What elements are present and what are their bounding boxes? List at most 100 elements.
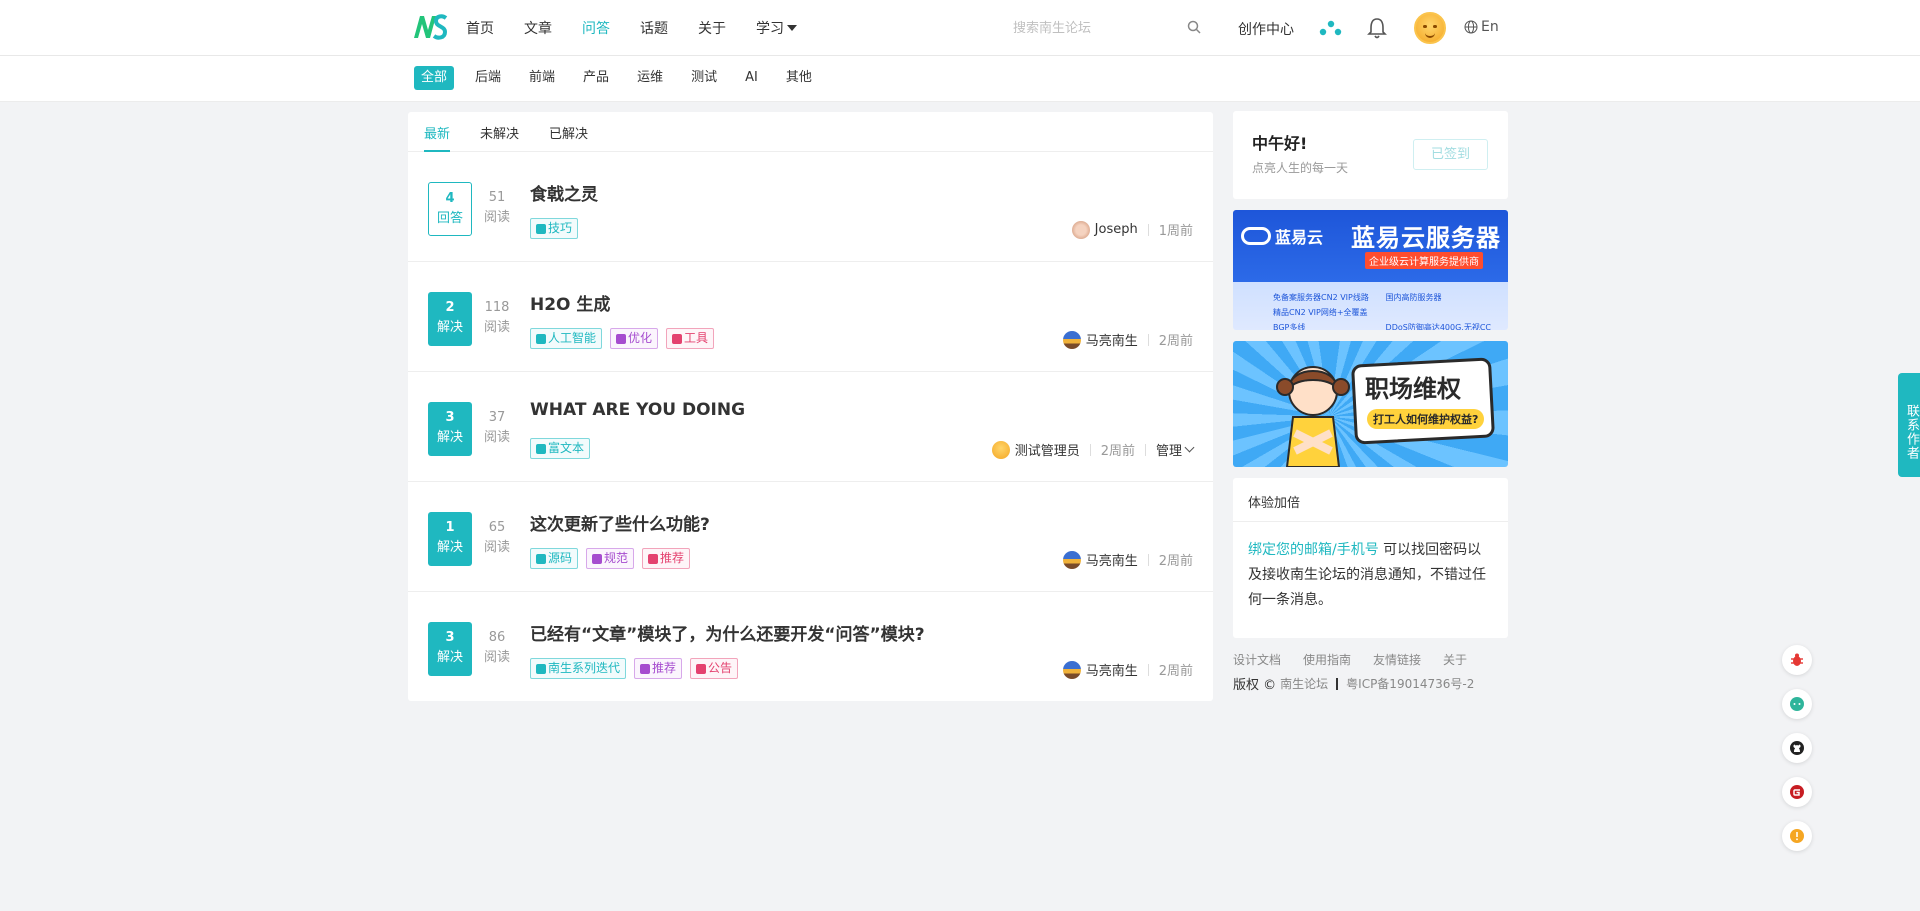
question-row[interactable]: 3 解决 86 阅读 已经有“文章”模块了，为什么还要开发“问答”模块? 南生系列迭代 推荐… [408,592,1213,702]
creator-center-link[interactable]: 创作中心 [1238,19,1294,39]
question-tab[interactable]: 已解决 [549,112,588,152]
question-row[interactable]: 4 回答 51 阅读 食戟之灵 技巧 Joseph 1周前 [408,152,1213,262]
bug-report-button[interactable] [1782,645,1812,675]
question-row[interactable]: 2 解决 118 阅读 H2O 生成 人工智能 优化 工具 马亮南生 2周前 [408,262,1213,372]
answer-count: 4 [445,191,455,206]
contact-author-tab[interactable]: 联系作者 [1898,373,1920,477]
manage-dropdown[interactable]: 管理 [1155,440,1195,459]
author-name[interactable]: 马亮南生 [1086,330,1138,349]
question-title[interactable]: 这次更新了些什么功能? [530,510,710,535]
gitee-button[interactable] [1782,777,1812,807]
footer-link[interactable]: 使用指南 [1303,651,1351,668]
category-chip[interactable]: 后端 [468,66,508,90]
category-chip[interactable]: AI [738,66,765,90]
nav-item[interactable]: 首页 [466,18,494,38]
nav-item[interactable]: 关于 [698,18,726,38]
topic-tag[interactable]: 富文本 [530,438,591,459]
topic-tag[interactable]: 技巧 [530,218,579,239]
nav-item-label: 首页 [466,21,494,37]
question-title[interactable]: WHAT ARE YOU DOING [530,400,745,420]
author-name[interactable]: 测试管理员 [1015,440,1080,459]
banner-title: 蓝易云服务器 [1351,224,1501,252]
footer-link[interactable]: 设计文档 [1233,651,1281,668]
answer-status: 解决 [436,320,463,335]
read-count: 118 [484,300,510,315]
footer-link[interactable]: 关于 [1443,651,1467,668]
author-avatar[interactable] [1062,550,1081,569]
question-row[interactable]: 3 解决 37 阅读 WHAT ARE YOU DOING 富文本 测试管理员 2周前 管理 [408,372,1213,482]
category-chip[interactable]: 产品 [576,66,616,90]
category-chip[interactable]: 测试 [684,66,724,90]
github-button[interactable] [1782,733,1812,763]
main-nav: 首页 文章 问答 话题 关于 学习 [466,0,827,56]
topic-tag[interactable]: 工具 [666,328,715,349]
footer-link[interactable]: 友情链接 [1373,651,1421,668]
notice-button[interactable] [1782,821,1812,851]
question-tab[interactable]: 未解决 [480,112,519,152]
bind-email-link[interactable]: 绑定您的邮箱/手机号 [1248,542,1379,558]
topic-tag[interactable]: 源码 [530,548,579,569]
category-bar: 全部 后端 前端 产品 运维 测试 AI 其他 [0,56,1920,102]
category-chip[interactable]: 其他 [779,66,819,90]
topic-tag[interactable]: 推荐 [634,658,683,679]
ad-banner-lanyiyun[interactable]: 蓝易云 蓝易云服务器 企业级云计算服务提供商 免备案服务器CN2 VIP线路 国… [1233,210,1508,330]
tag-label: 规范 [604,551,629,565]
topic-tag[interactable]: 公告 [690,658,739,679]
category-chip[interactable]: 前端 [522,66,562,90]
author-name[interactable]: 马亮南生 [1086,660,1138,679]
nav-item[interactable]: 话题 [640,18,668,38]
category-chip[interactable]: 运维 [630,66,670,90]
question-meta: 马亮南生 2周前 [1062,330,1193,349]
topic-tag[interactable]: 南生系列迭代 [530,658,627,679]
tag-icon [696,663,707,674]
language-label: En [1481,19,1499,35]
banner-features: 免备案服务器CN2 VIP线路 国内高防服务器 精品CN2 VIP网络+全覆盖B… [1273,290,1503,330]
nav-item-label: 关于 [698,21,726,37]
chat-button[interactable] [1782,689,1812,719]
search-box [1003,14,1207,42]
question-title[interactable]: 食戟之灵 [530,180,598,205]
author-avatar[interactable] [991,440,1010,459]
apps-dots-icon[interactable] [1318,19,1342,37]
manage-label: 管理 [1155,444,1182,459]
tag-icon [672,333,683,344]
tag-label: 推荐 [652,661,677,675]
topic-tag[interactable]: 规范 [586,548,635,569]
author-name[interactable]: 马亮南生 [1086,550,1138,569]
topic-tag[interactable]: 人工智能 [530,328,603,349]
language-switch[interactable]: En [1464,19,1499,35]
signin-button[interactable]: 已签到 [1413,139,1488,170]
copyright-site[interactable]: 南生论坛 [1280,675,1328,692]
nav-item[interactable]: 文章 [524,18,552,38]
bug-icon [1791,653,1803,666]
question-title[interactable]: H2O 生成 [530,290,610,315]
search-icon[interactable] [1186,19,1202,35]
greeting-subtitle: 点亮人生的每一天 [1252,161,1349,175]
question-tab[interactable]: 最新 [424,112,451,152]
ad-banner-workplace-rights[interactable]: 职场维权 打工人如何维护权益? [1233,341,1508,467]
author-avatar[interactable] [1062,660,1081,679]
topic-tag[interactable]: 优化 [610,328,659,349]
icp-number[interactable]: 粤ICP备19014736号-2 [1346,675,1474,692]
author-avatar[interactable] [1071,220,1090,239]
author-avatar[interactable] [1062,330,1081,349]
bell-icon[interactable] [1366,16,1388,40]
question-meta: 马亮南生 2周前 [1062,660,1193,679]
question-list-panel: 最新 未解决 已解决 4 回答 51 阅读 食戟之灵 技巧 Joseph 1周前 2 解决 118 阅读 H… [408,112,1213,701]
nav-item[interactable]: 问答 [582,18,610,38]
nav-item[interactable]: 学习 [756,18,797,38]
site-logo[interactable] [412,14,448,40]
search-input[interactable] [1003,14,1207,42]
topic-tag[interactable]: 推荐 [642,548,691,569]
user-avatar[interactable] [1414,12,1446,44]
banner2-title: 职场维权 [1365,375,1461,403]
question-title[interactable]: 已经有“文章”模块了，为什么还要开发“问答”模块? [530,620,925,645]
author-name[interactable]: Joseph [1095,222,1138,237]
read-count: 51 [488,190,506,205]
read-label: 阅读 [483,430,510,445]
tag-icon [592,553,603,564]
footer-links: 设计文档 使用指南 友情链接 关于 [1233,651,1489,668]
nav-item-label: 学习 [756,21,784,37]
question-row[interactable]: 1 解决 65 阅读 这次更新了些什么功能? 源码 规范 推荐 马亮南生 2周前 [408,482,1213,592]
category-chip[interactable]: 全部 [414,66,455,90]
